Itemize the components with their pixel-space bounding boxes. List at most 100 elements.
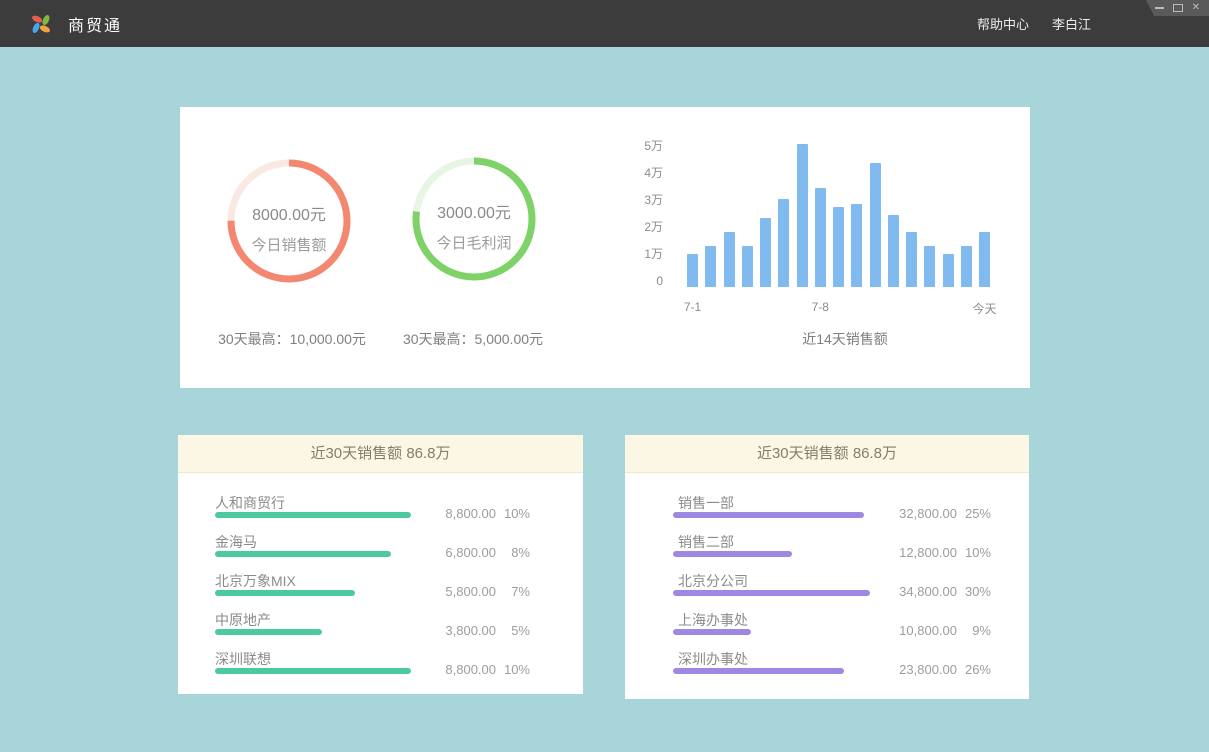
sales-row: 上海办事处 10,800.009% [625, 608, 1029, 647]
row-percent: 10% [496, 662, 530, 678]
daily-sales-bar [888, 215, 899, 287]
user-menu[interactable]: 李白江 [1052, 14, 1091, 33]
close-button[interactable]: ✕ [1192, 3, 1200, 13]
sales-row: 北京万象MIX 5,800.007% [178, 569, 583, 608]
row-percent: 25% [957, 506, 991, 522]
row-name: 金海马 [215, 532, 257, 552]
row-name: 上海办事处 [678, 610, 748, 630]
sales-row: 金海马 6,800.008% [178, 530, 583, 569]
daily-sales-bar [742, 246, 753, 287]
row-values: 34,800.0030% [885, 584, 991, 600]
daily-sales-bar [815, 188, 826, 287]
gauge-text: 8000.00元 今日销售额 [224, 156, 354, 286]
row-progress-bar [673, 668, 844, 674]
row-progress-bar [673, 512, 864, 518]
row-values: 23,800.0026% [885, 662, 991, 678]
row-name: 中原地产 [215, 610, 271, 630]
today-sales-label: 今日销售额 [251, 234, 326, 255]
daily-sales-bar [705, 246, 716, 287]
y-tick-label: 3万 [623, 192, 663, 208]
row-values: 10,800.009% [885, 623, 991, 639]
daily-sales-bar [924, 246, 935, 287]
row-percent: 10% [957, 545, 991, 561]
row-values: 5,800.007% [424, 584, 530, 600]
today-sales-value: 8000.00元 [252, 201, 326, 225]
sales-row: 深圳办事处23,800.0026% [625, 647, 1029, 686]
daily-sales-bar [833, 207, 844, 287]
row-progress-bar [215, 551, 391, 557]
app-logo-pinwheel-icon [28, 11, 54, 37]
y-tick-label: 4万 [623, 165, 663, 181]
row-amount: 8,800.00 [424, 662, 496, 678]
row-name: 北京万象MIX [215, 571, 296, 591]
sales-row: 人和商贸行 8,800.0010% [178, 491, 583, 530]
maximize-icon [1173, 4, 1183, 12]
x-tick-label: 今天 [960, 300, 1010, 317]
row-values: 8,800.0010% [424, 506, 530, 522]
close-icon: ✕ [1192, 3, 1200, 13]
y-tick-label: 2万 [623, 219, 663, 235]
daily-sales-bar [687, 254, 698, 287]
row-name: 人和商贸行 [215, 493, 285, 513]
daily-sales-bar [851, 204, 862, 287]
row-amount: 32,800.00 [885, 506, 957, 522]
row-values: 32,800.0025% [885, 506, 991, 522]
row-values: 6,800.008% [424, 545, 530, 561]
row-percent: 26% [957, 662, 991, 678]
today-sales-gauge: 8000.00元 今日销售额 [224, 156, 354, 286]
today-profit-value: 3000.00元 [437, 199, 511, 223]
row-name: 北京分公司 [678, 571, 748, 591]
daily-sales-bar [943, 254, 954, 287]
row-progress-bar [215, 512, 411, 518]
sales-row: 销售一部 32,800.0025% [625, 491, 1029, 530]
panel-rows: 人和商贸行8,800.0010%金海马6,800.008%北京万象MIX5,80… [178, 435, 583, 694]
row-progress-bar [673, 551, 792, 557]
maximize-button[interactable] [1173, 4, 1183, 12]
row-percent: 5% [496, 623, 530, 639]
row-progress-bar [215, 668, 411, 674]
row-amount: 12,800.00 [885, 545, 957, 561]
row-percent: 30% [957, 584, 991, 600]
row-amount: 8,800.00 [424, 506, 496, 522]
panel-rows: 销售一部 32,800.0025% 销售二部 12,800.0010% 北京分公司 34,… [625, 435, 1029, 699]
row-amount: 34,800.00 [885, 584, 957, 600]
daily-sales-bar [870, 163, 881, 287]
row-percent: 8% [496, 545, 530, 561]
row-amount: 3,800.00 [424, 623, 496, 639]
row-progress-bar [673, 590, 870, 596]
sales-row: 中原地产 3,800.005% [178, 608, 583, 647]
row-amount: 5,800.00 [424, 584, 496, 600]
daily-sales-bar [979, 232, 990, 287]
department-sales-panel: 近30天销售额 86.8万 销售一部32,800.0025%销售二部12,800… [625, 435, 1029, 699]
sales-row: 北京分公司 34,800.0030% [625, 569, 1029, 608]
row-values: 12,800.0010% [885, 545, 991, 561]
daily-sales-bar [778, 199, 789, 287]
bar-chart-caption: 近14天销售额 [745, 329, 945, 349]
y-tick-label: 0 [623, 273, 663, 289]
brand: 商贸通 [0, 11, 122, 37]
row-name: 销售二部 [678, 532, 734, 552]
help-center-link[interactable]: 帮助中心 [977, 14, 1029, 33]
app-title: 商贸通 [68, 12, 122, 36]
row-values: 3,800.005% [424, 623, 530, 639]
row-progress-bar [673, 629, 751, 635]
minimize-button[interactable] [1155, 7, 1164, 9]
row-amount: 10,800.00 [885, 623, 957, 639]
bar-chart-plot: 7-17-8今天 [685, 107, 1015, 287]
customer-sales-panel: 近30天销售额 86.8万 人和商贸行8,800.0010%金海马6,800.0… [178, 435, 583, 694]
row-percent: 10% [496, 506, 530, 522]
minimize-icon [1155, 7, 1164, 9]
row-amount: 6,800.00 [424, 545, 496, 561]
daily-sales-bar [797, 144, 808, 287]
titlebar: 商贸通 帮助中心 李白江 ✕ [0, 0, 1209, 47]
row-name: 深圳联想 [215, 649, 271, 669]
window-controls: ✕ [1146, 0, 1209, 16]
row-name: 销售一部 [678, 493, 734, 513]
row-values: 8,800.0010% [424, 662, 530, 678]
row-percent: 7% [496, 584, 530, 600]
daily-sales-bar [760, 218, 771, 287]
daily-sales-bar [906, 232, 917, 287]
y-tick-label: 1万 [623, 246, 663, 262]
x-tick-label: 7-1 [668, 300, 718, 314]
row-percent: 9% [957, 623, 991, 639]
